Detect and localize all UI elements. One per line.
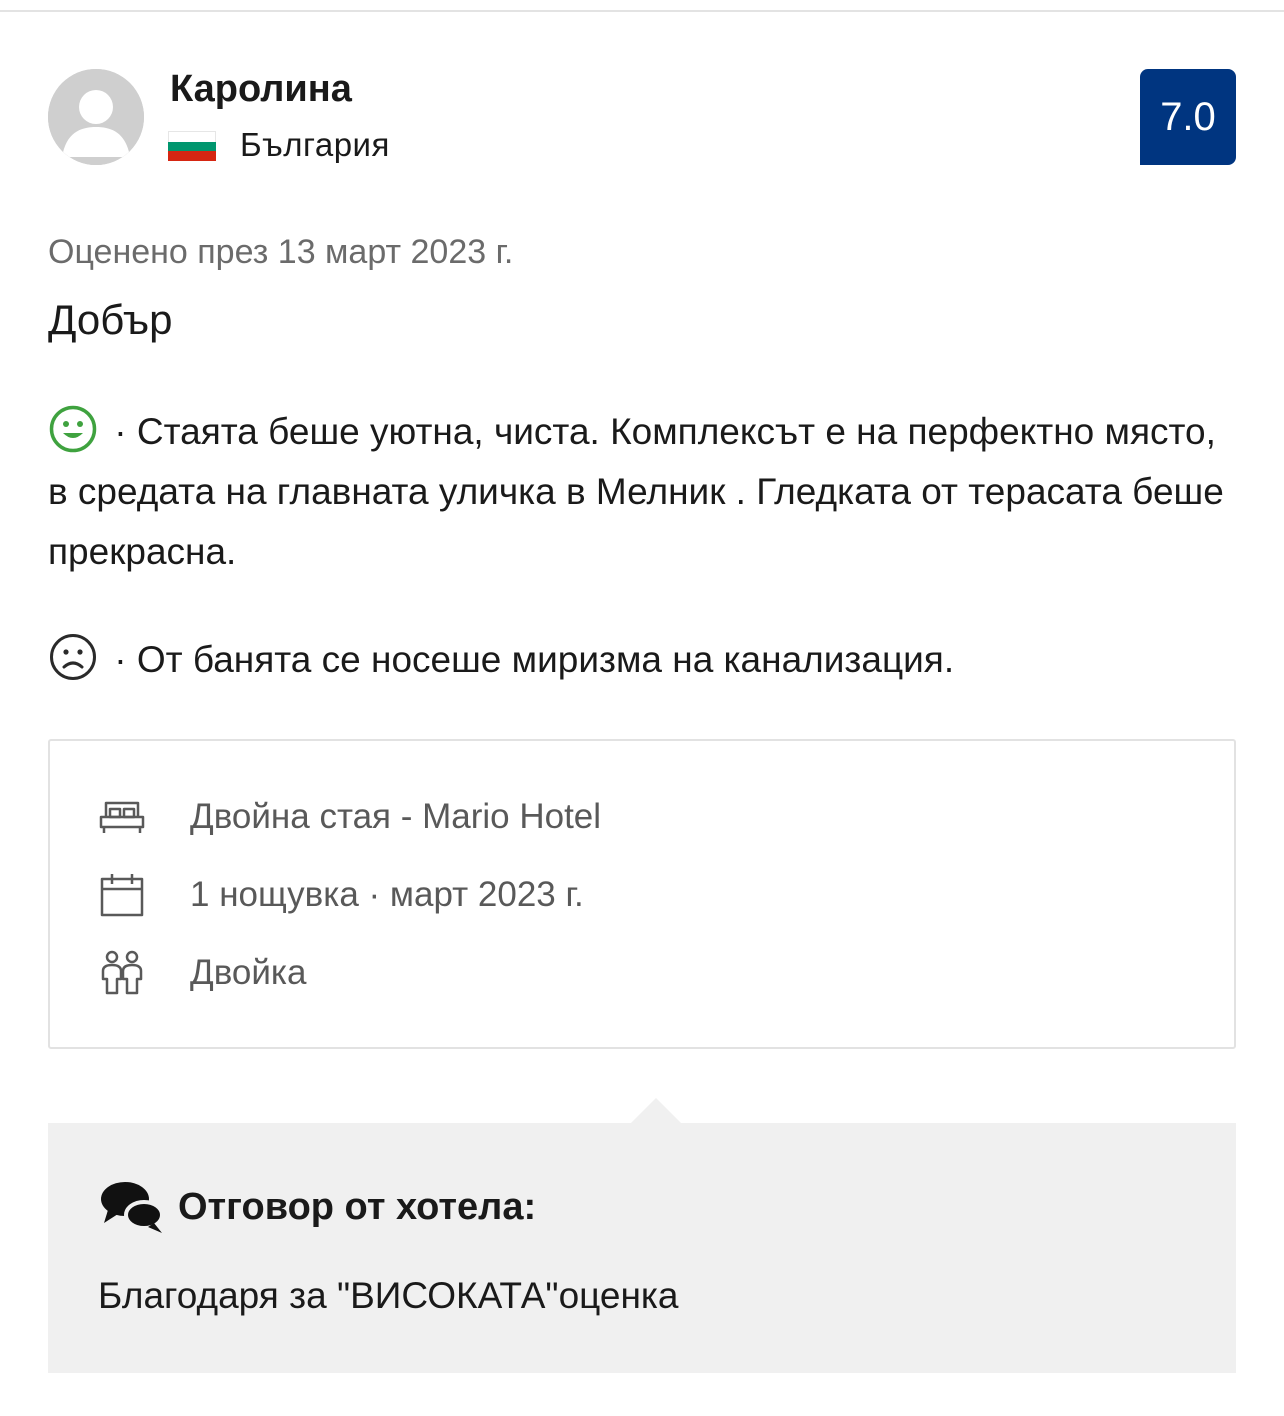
reply-pointer bbox=[630, 1098, 682, 1124]
stay-nights-text: 1 нощувка · март 2023 г. bbox=[190, 875, 584, 914]
bed-icon bbox=[98, 793, 146, 841]
hotel-reply-box: Отговор от хотела: Благодаря за "ВИСОКАТ… bbox=[48, 1123, 1236, 1373]
flag-stripe-white bbox=[168, 131, 216, 142]
happy-face-icon bbox=[48, 404, 98, 454]
stay-group-row: Двойка bbox=[98, 948, 306, 998]
reviewer-name: Каролина bbox=[170, 68, 352, 110]
hotel-reply-text: Благодаря за "ВИСОКАТА"оценка bbox=[98, 1275, 679, 1316]
calendar-icon bbox=[98, 871, 146, 919]
stay-room-row: Двойна стая - Mario Hotel bbox=[98, 792, 601, 842]
review-score-badge: 7.0 bbox=[1140, 69, 1236, 165]
stay-room-text: Двойна стая - Mario Hotel bbox=[190, 797, 602, 836]
stay-details-box: Двойна стая - Mario Hotel 1 нощувка · ма… bbox=[48, 739, 1236, 1049]
review-date: Оценено през 13 март 2023 г. bbox=[48, 233, 514, 271]
hotel-reply-heading: Отговор от хотела: bbox=[98, 1177, 536, 1237]
chat-bubbles-icon bbox=[98, 1177, 166, 1237]
flag-stripe-red bbox=[168, 151, 216, 162]
review-title: Добър bbox=[48, 296, 173, 343]
positive-comment-text: · Стаята беше уютна, чиста. Комплексът е… bbox=[48, 411, 1224, 572]
top-divider bbox=[0, 10, 1284, 12]
bulgaria-flag-icon bbox=[168, 131, 216, 162]
flag-stripe-green bbox=[168, 141, 216, 152]
reviewer-country: България bbox=[240, 126, 390, 163]
stay-group-text: Двойка bbox=[190, 953, 307, 992]
user-avatar-icon bbox=[48, 69, 144, 165]
hotel-reply-title: Отговор от хотела: bbox=[178, 1185, 537, 1228]
people-icon bbox=[98, 949, 146, 997]
sad-face-icon bbox=[48, 632, 98, 682]
positive-comment: · Стаята беше уютна, чиста. Комплексът е… bbox=[48, 402, 1238, 582]
negative-comment-text: · От банята се носеше миризма на канализ… bbox=[104, 639, 955, 680]
stay-nights-row: 1 нощувка · март 2023 г. bbox=[98, 870, 584, 920]
negative-comment: · От банята се носеше миризма на канализ… bbox=[48, 630, 1238, 690]
